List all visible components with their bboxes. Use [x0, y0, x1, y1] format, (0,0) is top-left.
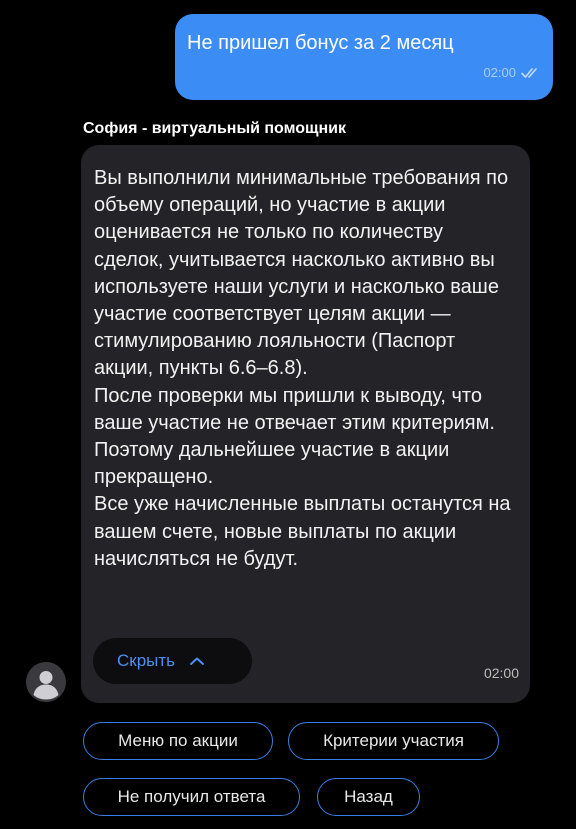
chevron-up-icon — [189, 656, 205, 666]
quick-reply-promo-menu[interactable]: Меню по акции — [83, 722, 273, 760]
user-avatar-icon — [26, 662, 66, 702]
outgoing-message-meta: 02:00 — [483, 65, 541, 80]
double-check-icon — [521, 67, 541, 79]
sender-name: София - виртуальный помощник — [83, 120, 347, 137]
hide-button[interactable]: Скрыть — [93, 638, 252, 684]
hide-button-label: Скрыть — [117, 651, 176, 670]
quick-reply-no-answer[interactable]: Не получил ответа — [83, 778, 300, 816]
incoming-message-text: Вы выполнили минимальные требования по о… — [94, 167, 511, 570]
incoming-message-time: 02:00 — [483, 665, 519, 681]
incoming-message-bubble: Вы выполнили минимальные требования по о… — [81, 145, 530, 703]
outgoing-message-bubble: Не пришел бонус за 2 месяц 02:00 — [175, 14, 553, 100]
quick-reply-participation-criteria[interactable]: Критерии участия — [288, 722, 499, 760]
outgoing-message-text: Не пришел бонус за 2 месяц — [187, 32, 454, 54]
outgoing-message-time: 02:00 — [483, 65, 516, 80]
quick-reply-back[interactable]: Назад — [317, 778, 420, 816]
